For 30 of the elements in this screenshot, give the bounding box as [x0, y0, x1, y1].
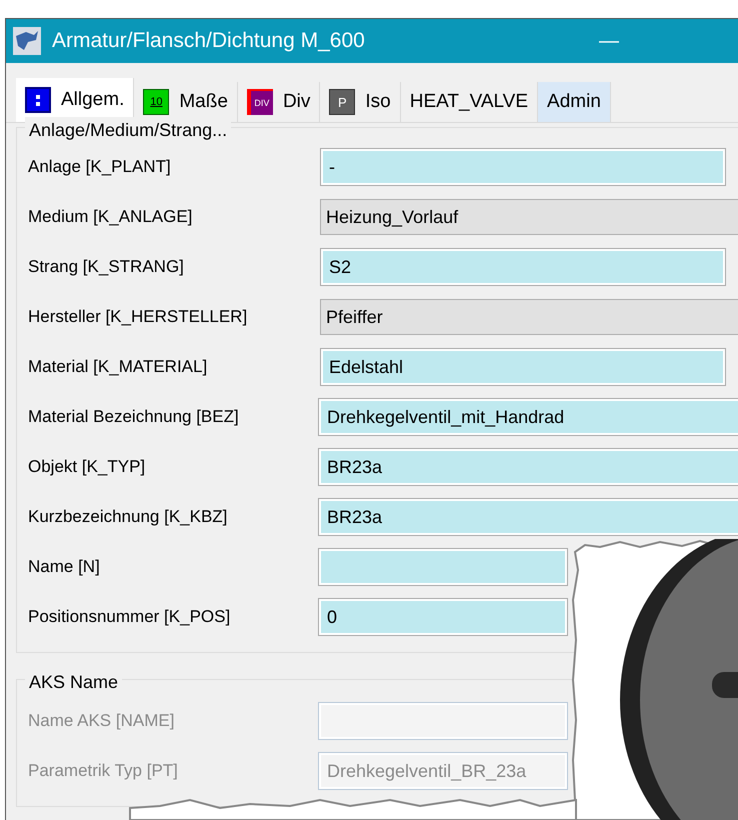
app-icon — [12, 26, 42, 56]
tab[interactable]: Allgem. — [16, 78, 134, 122]
input-field[interactable]: - — [320, 148, 726, 186]
field-label: Material [K_MATERIAL] — [28, 356, 208, 378]
window-title: Armatur/Flansch/Dichtung M_600 — [52, 28, 365, 54]
tab[interactable]: Admin — [538, 82, 611, 122]
div-icon: DIV — [246, 89, 273, 115]
field-label: Material Bezeichnung [BEZ] — [28, 406, 240, 428]
input-field[interactable]: 0 — [318, 598, 568, 636]
input-field[interactable]: Drehkegelventil_mit_Handrad — [318, 398, 738, 436]
grid-icon — [25, 87, 51, 113]
input-field[interactable]: BR23a — [318, 498, 738, 536]
field-label: Hersteller [K_HERSTELLER] — [28, 306, 248, 328]
parameter-icon: P — [329, 89, 356, 115]
field-label: Anlage [K_PLANT] — [28, 156, 172, 178]
ruler-icon: 10 — [143, 89, 170, 115]
field-label: Objekt [K_TYP] — [28, 456, 146, 478]
field-label: Positionsnummer [K_POS] — [28, 606, 232, 628]
input-field[interactable]: S2 — [320, 248, 726, 286]
input-field[interactable]: BR23a — [318, 448, 738, 486]
field-label: Name [N] — [28, 556, 101, 578]
input-field[interactable]: Edelstahl — [320, 348, 726, 386]
input-field[interactable] — [318, 548, 568, 586]
field-label: Parametrik Typ [PT] — [28, 760, 179, 782]
field-label: Medium [K_ANLAGE] — [28, 206, 194, 228]
dropdown[interactable]: Pfeiffer — [320, 299, 738, 335]
field-label: Strang [K_STRANG] — [28, 256, 185, 278]
field-label: Kurzbezeichnung [K_KBZ] — [28, 506, 228, 528]
field-label: Name AKS [NAME] — [28, 710, 176, 732]
dropdown[interactable]: Heizung_Vorlauf — [320, 199, 738, 235]
